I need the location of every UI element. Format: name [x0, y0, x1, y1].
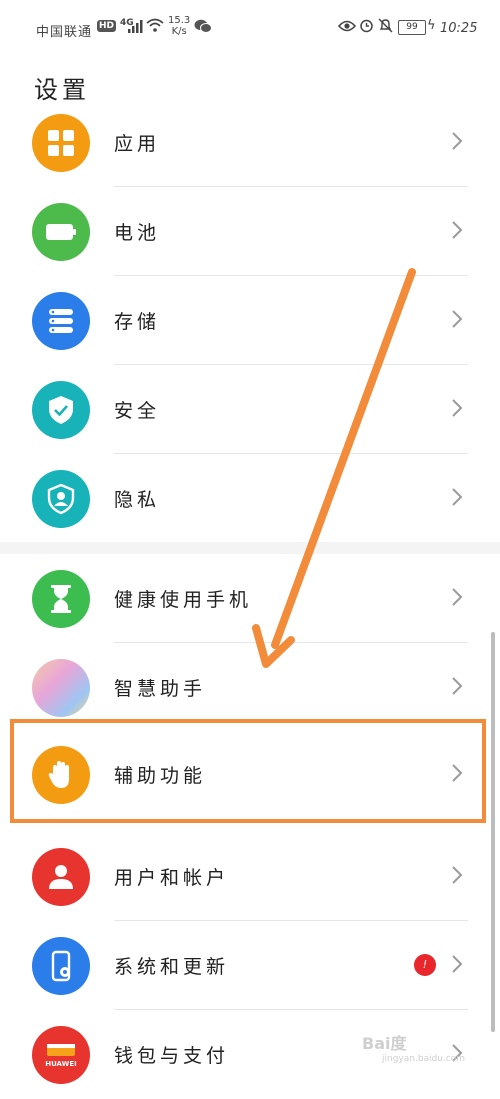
- scrollbar[interactable]: [491, 632, 495, 1032]
- chevron-right-icon: [452, 310, 463, 328]
- battery-indicator: 99: [398, 20, 426, 35]
- divider: [114, 642, 468, 643]
- speed-unit: K/s: [171, 26, 187, 37]
- settings-item-digital-balance[interactable]: 健康使用手机: [0, 555, 500, 643]
- chevron-right-icon: [452, 221, 463, 239]
- divider: [114, 920, 468, 921]
- chevron-right-icon: [452, 399, 463, 417]
- section-separator: [0, 542, 500, 554]
- smart-assistant-icon: [32, 659, 90, 717]
- settings-item-label: 安全: [114, 400, 161, 422]
- settings-item-label: 健康使用手机: [114, 589, 253, 611]
- chevron-right-icon: [452, 677, 463, 695]
- settings-item-system[interactable]: 系统和更新 !: [0, 922, 500, 1010]
- settings-item-label: 存储: [114, 311, 161, 333]
- chevron-right-icon: [452, 866, 463, 884]
- watermark-text: Bai度: [362, 1034, 407, 1053]
- settings-item-battery[interactable]: 电池: [0, 188, 500, 276]
- divider: [114, 275, 468, 276]
- hourglass-icon: [32, 570, 90, 628]
- user-icon: [32, 848, 90, 906]
- settings-item-label: 用户和帐户: [114, 867, 230, 889]
- divider: [114, 453, 468, 454]
- battery-icon: [32, 203, 90, 261]
- settings-item-security[interactable]: 安全: [0, 366, 500, 454]
- watermark: Bai度 jingyan.baidu.com: [362, 1030, 465, 1064]
- wifi-icon: [146, 18, 164, 32]
- settings-item-label: 隐私: [114, 489, 161, 511]
- settings-item-label: 智慧助手: [114, 678, 207, 700]
- charging-icon: ϟ: [427, 18, 436, 33]
- mute-bell-icon: [378, 18, 393, 33]
- alarm-icon: [360, 19, 373, 33]
- wallet-icon-text: HUAWEI: [45, 1060, 77, 1068]
- settings-item-label: 电池: [114, 222, 161, 244]
- chevron-right-icon: [452, 132, 463, 150]
- clock: 10:25: [440, 21, 478, 36]
- signal-icon: [128, 20, 143, 33]
- chevron-right-icon: [452, 588, 463, 606]
- divider: [114, 364, 468, 365]
- system-update-icon: [32, 937, 90, 995]
- divider: [114, 186, 468, 187]
- settings-item-label: 钱包与支付: [114, 1045, 230, 1067]
- watermark-sub: jingyan.baidu.com: [382, 1054, 466, 1064]
- storage-icon: [32, 292, 90, 350]
- hd-icon: HD: [97, 20, 117, 32]
- divider: [114, 1009, 468, 1010]
- network-speed: 15.3 K/s: [168, 15, 190, 37]
- privacy-icon: [32, 470, 90, 528]
- apps-grid-icon: [32, 114, 90, 172]
- speed-value: 15.3: [168, 15, 191, 26]
- wechat-icon: [194, 19, 212, 33]
- carrier-name: 中国联通: [36, 25, 93, 40]
- chevron-right-icon: [452, 488, 463, 506]
- highlight-box: [10, 719, 486, 823]
- chevron-right-icon: [452, 955, 463, 973]
- notification-badge: !: [414, 954, 436, 976]
- eye-icon: [338, 20, 356, 32]
- settings-item-label: 系统和更新: [114, 956, 230, 978]
- settings-item-users[interactable]: 用户和帐户: [0, 833, 500, 921]
- settings-item-storage[interactable]: 存储: [0, 277, 500, 365]
- settings-item-apps[interactable]: 应用: [0, 99, 500, 187]
- shield-icon: [32, 381, 90, 439]
- wallet-icon: HUAWEI: [32, 1026, 90, 1084]
- status-bar: 中国联通 HD 4G 15.3 K/s 99 ϟ 10:25: [0, 0, 500, 58]
- settings-item-label: 应用: [114, 133, 161, 155]
- settings-item-privacy[interactable]: 隐私: [0, 455, 500, 543]
